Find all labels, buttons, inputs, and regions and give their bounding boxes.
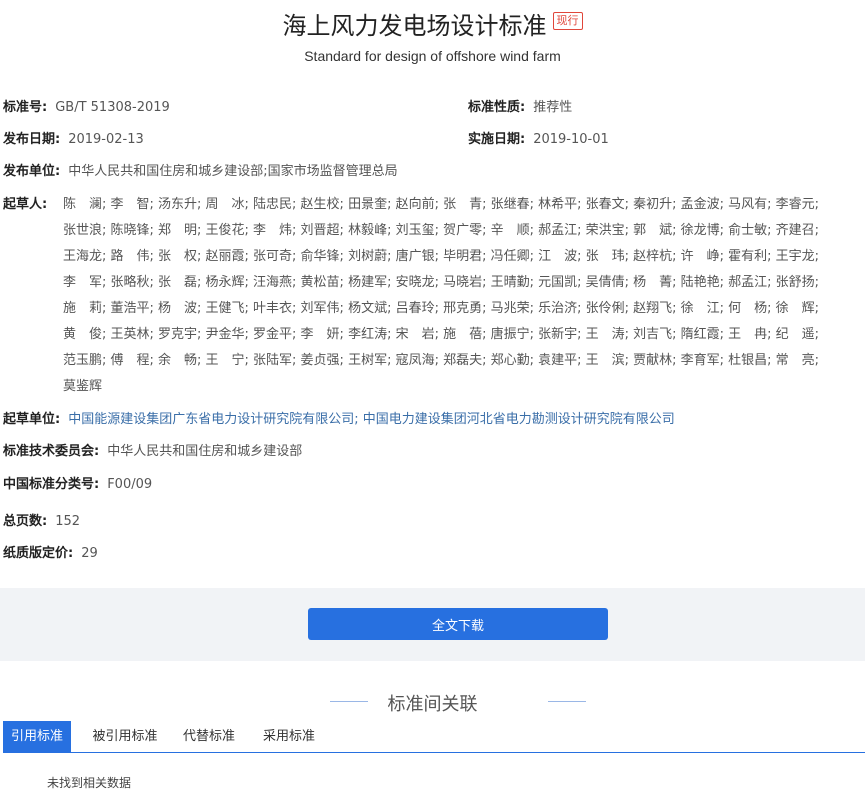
price-value: 29 <box>81 546 98 561</box>
impl-date-label: 实施日期: <box>468 132 526 147</box>
drafters-line: 范玉鹏; 傅 程; 余 畅; 王 宁; 张陆军; 姜贞强; 王树军; 寇凤海; … <box>63 353 820 368</box>
status-badge: 现行 <box>552 11 583 30</box>
drafters-line: 王海龙; 路 伟; 张 权; 赵丽霞; 张可奇; 俞华锋; 刘树蔚; 唐广银; … <box>63 249 820 264</box>
price-label: 纸质版定价: <box>3 546 74 561</box>
related-tabs: 引用标准 被引用标准 代替标准 采用标准 <box>3 721 865 753</box>
committee-label: 标准技术委员会: <box>3 444 100 459</box>
drafters-line: 莫鉴辉 <box>63 379 103 394</box>
draft-org-link[interactable]: 中国能源建设集团广东省电力设计研究院有限公司; 中国电力建设集团河北省电力勘测设… <box>68 412 675 427</box>
related-section-header: 标准间关联 <box>0 688 865 715</box>
std-no-label: 标准号: <box>3 100 48 115</box>
nature-value: 推荐性 <box>533 100 573 115</box>
field-publisher: 发布单位: 中华人民共和国住房和城乡建设部;国家市场监督管理总局 <box>3 163 398 181</box>
page-title: 海上风力发电场设计标准 <box>282 12 547 40</box>
nature-label: 标准性质: <box>468 100 526 115</box>
drafters-list: 陈 澜; 李 智; 汤东升; 周 冰; 陆忠民; 赵生校; 田景奎; 赵向前; … <box>63 196 865 404</box>
pub-date-label: 发布日期: <box>3 132 61 147</box>
pages-label: 总页数: <box>3 514 48 529</box>
download-button[interactable]: 全文下载 <box>308 608 608 640</box>
draft-org-label: 起草单位: <box>3 412 61 427</box>
tab-cited-standards[interactable]: 引用标准 <box>3 721 71 752</box>
tab-replaced-standards[interactable]: 代替标准 <box>175 721 243 752</box>
publisher-label: 发布单位: <box>3 164 61 179</box>
drafters-line: 施 莉; 董浩平; 杨 波; 王健飞; 叶丰衣; 刘军伟; 杨文斌; 吕春玲; … <box>63 301 820 316</box>
std-no-value: GB/T 51308-2019 <box>55 100 170 115</box>
pages-value: 152 <box>55 514 81 529</box>
impl-date-value: 2019-10-01 <box>533 132 609 147</box>
committee-value: 中华人民共和国住房和城乡建设部 <box>107 444 303 459</box>
field-price: 纸质版定价: 29 <box>3 545 98 563</box>
field-nature: 标准性质: 推荐性 <box>468 99 572 117</box>
field-pub-date: 发布日期: 2019-02-13 <box>3 131 144 149</box>
page-header: 海上风力发电场设计标准 现行 <box>0 6 865 41</box>
field-committee: 标准技术委员会: 中华人民共和国住房和城乡建设部 <box>3 443 302 461</box>
divider <box>548 701 586 702</box>
empty-state-text: 未找到相关数据 <box>47 776 132 790</box>
download-panel: 全文下载 <box>0 588 865 661</box>
tab-adopted-standards[interactable]: 采用标准 <box>255 721 323 752</box>
field-impl-date: 实施日期: 2019-10-01 <box>468 131 609 149</box>
drafters-line: 李 军; 张略秋; 张 磊; 杨永辉; 汪海燕; 黄松苗; 杨建军; 安晓龙; … <box>63 275 820 290</box>
tab-citing-standards[interactable]: 被引用标准 <box>81 721 169 752</box>
ccs-value: F00/09 <box>107 477 153 492</box>
page-subtitle: Standard for design of offshore wind far… <box>304 48 561 64</box>
ccs-label: 中国标准分类号: <box>3 477 100 492</box>
pub-date-value: 2019-02-13 <box>68 132 144 147</box>
drafters-line: 黄 俊; 王英林; 罗克宇; 尹金华; 罗金平; 李 妍; 李红涛; 宋 岩; … <box>63 327 820 342</box>
field-draft-org: 起草单位: 中国能源建设集团广东省电力设计研究院有限公司; 中国电力建设集团河北省… <box>3 411 675 429</box>
field-std-no: 标准号: GB/T 51308-2019 <box>3 99 170 117</box>
drafters-line: 张世浪; 陈晓锋; 郑 明; 王俊花; 李 炜; 刘晋超; 林毅峰; 刘玉玺; … <box>63 223 820 238</box>
related-section-title: 标准间关联 <box>387 694 478 715</box>
publisher-value: 中华人民共和国住房和城乡建设部;国家市场监督管理总局 <box>68 164 398 179</box>
field-ccs: 中国标准分类号: F00/09 <box>3 476 152 494</box>
drafters-label: 起草人: <box>3 197 48 212</box>
drafters-line: 陈 澜; 李 智; 汤东升; 周 冰; 陆忠民; 赵生校; 田景奎; 赵向前; … <box>63 197 820 212</box>
field-pages: 总页数: 152 <box>3 513 80 531</box>
